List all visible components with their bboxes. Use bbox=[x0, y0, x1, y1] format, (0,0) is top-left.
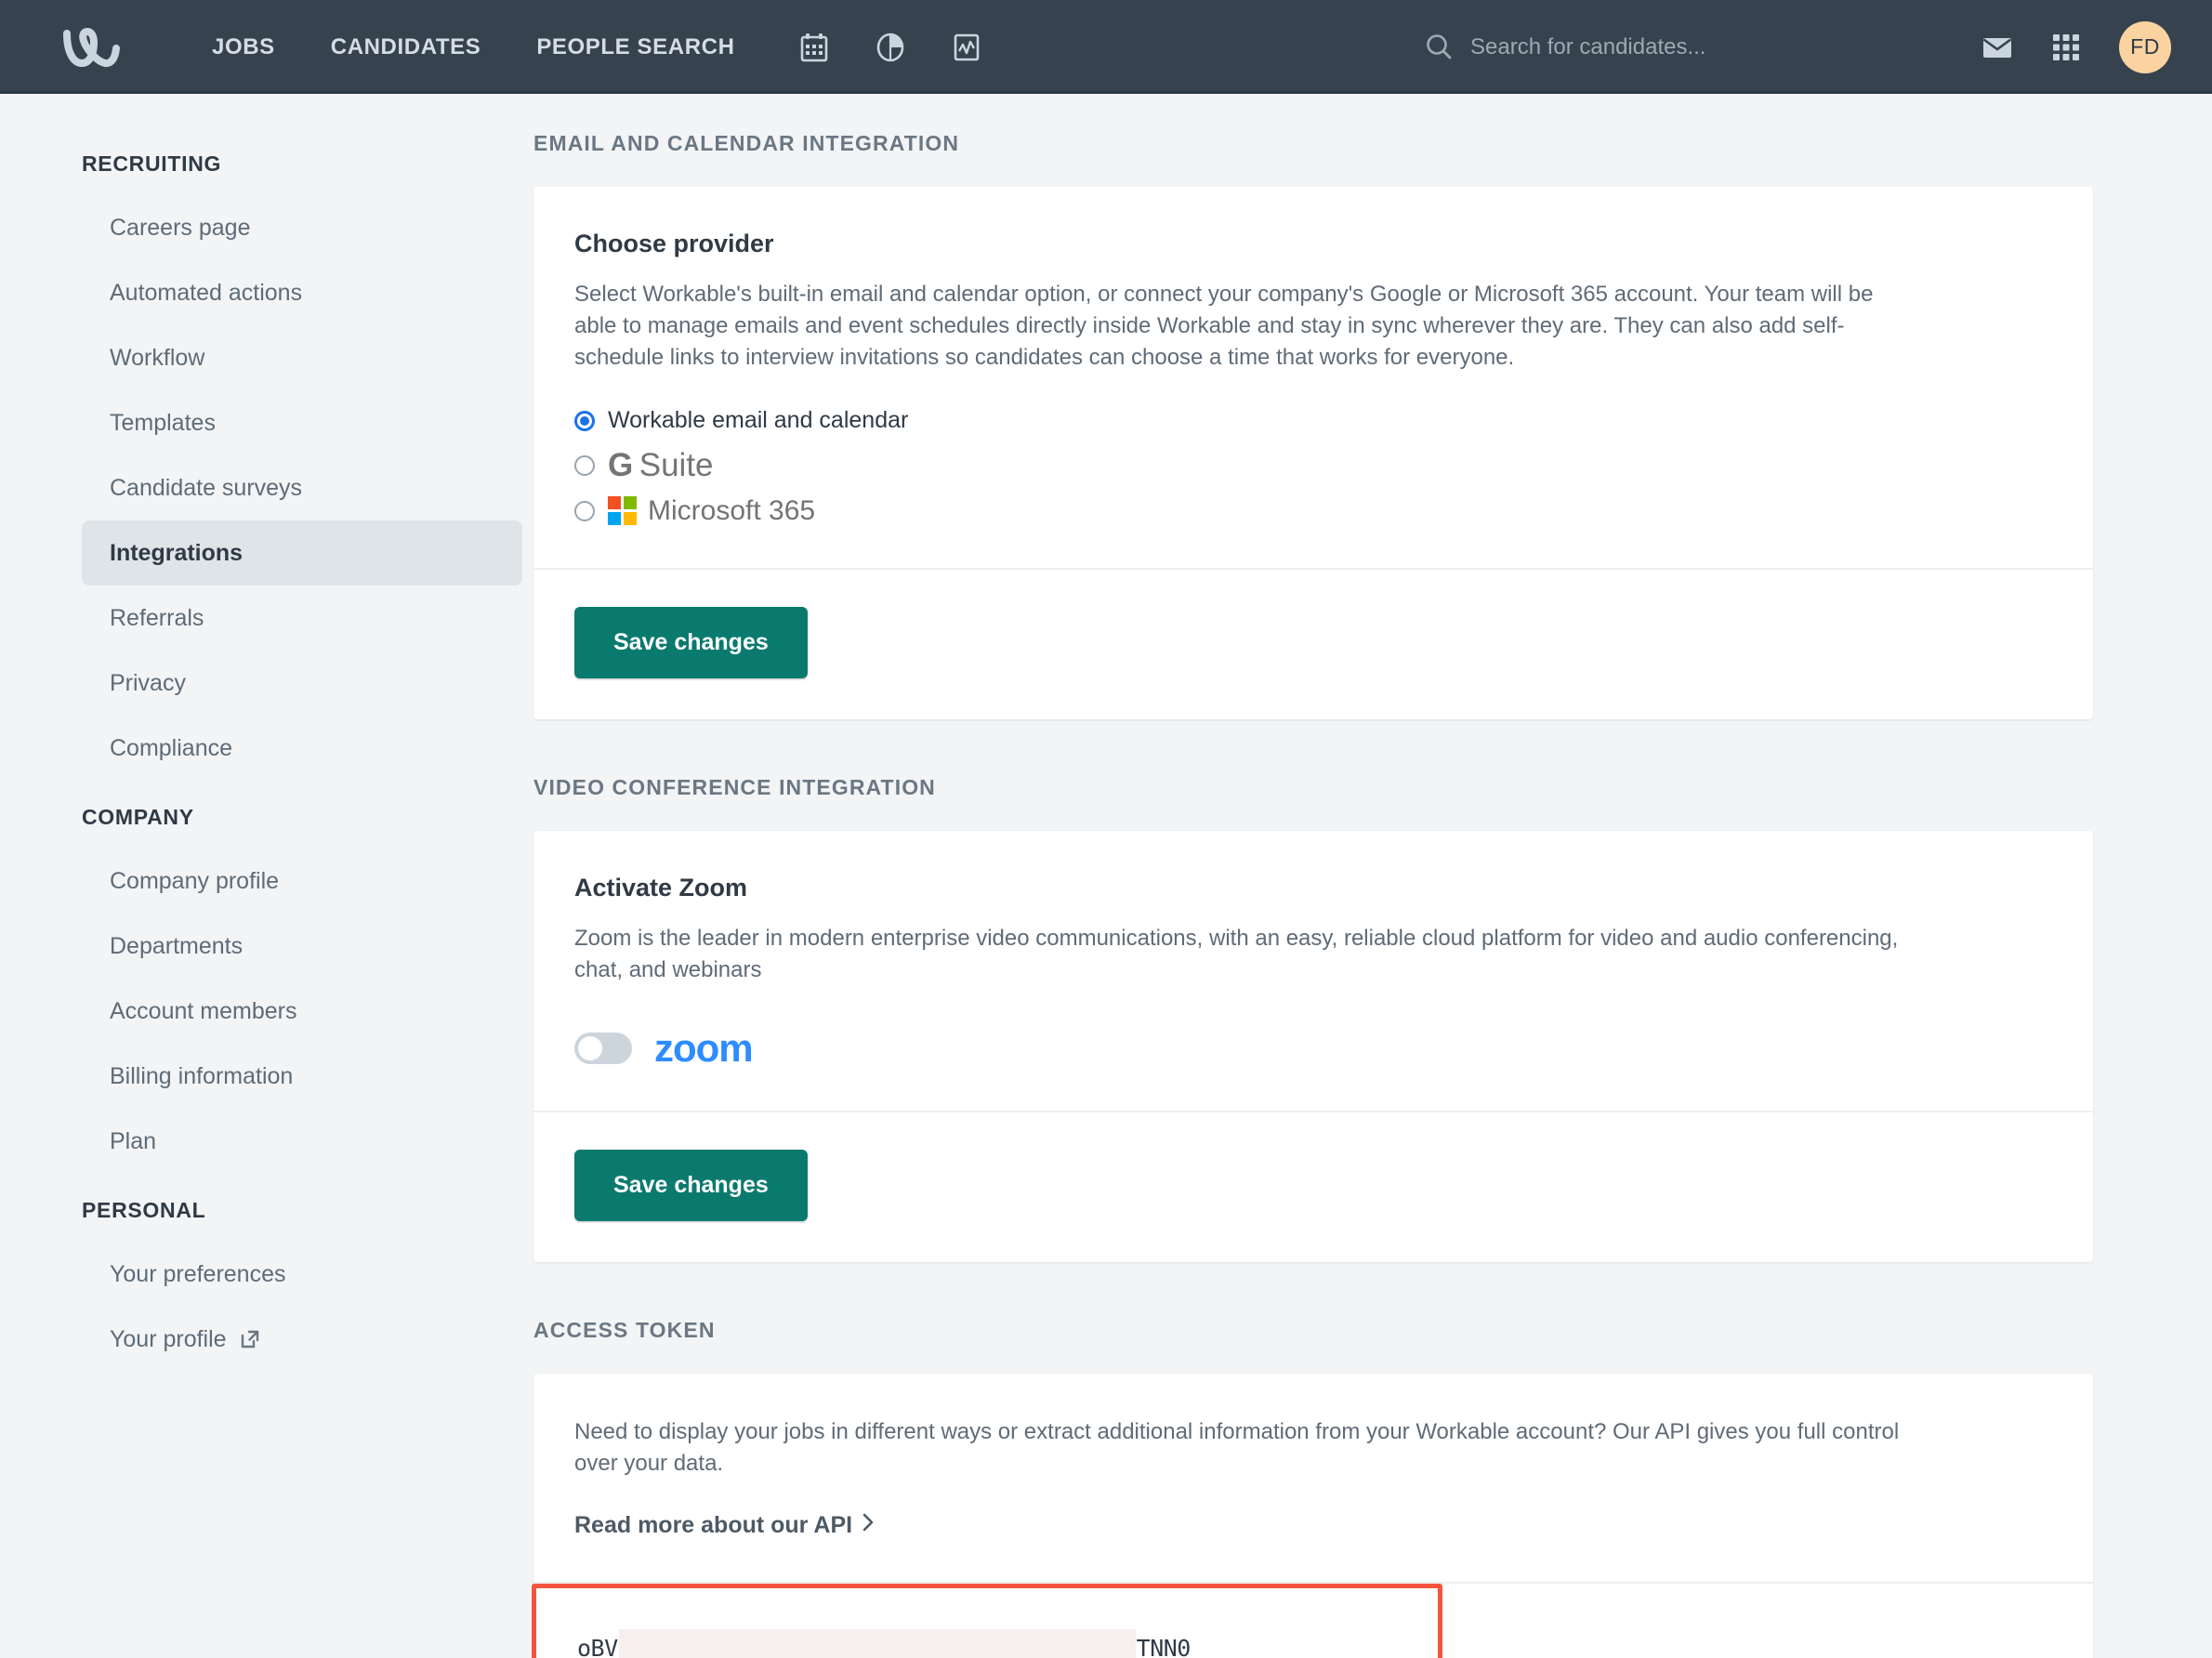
radio-button-gsuite[interactable] bbox=[574, 454, 595, 476]
sidebar-item-your-profile[interactable]: Your profile bbox=[82, 1307, 522, 1372]
external-link-icon bbox=[240, 1329, 260, 1349]
access-token-description: Need to display your jobs in different w… bbox=[574, 1419, 1900, 1477]
sidebar-item-candidate-surveys[interactable]: Candidate surveys bbox=[82, 455, 522, 520]
save-changes-button-email[interactable]: Save changes bbox=[574, 607, 808, 679]
pie-chart-icon[interactable] bbox=[875, 32, 906, 63]
workable-logo[interactable] bbox=[52, 21, 138, 73]
choose-provider-heading: Choose provider bbox=[574, 230, 774, 257]
microsoft-squares-icon bbox=[608, 496, 637, 526]
sidebar-item-integrations[interactable]: Integrations bbox=[82, 520, 522, 586]
read-more-api-link[interactable]: Read more about our API bbox=[574, 1512, 875, 1539]
search-input[interactable] bbox=[1470, 33, 1916, 60]
section-video-conference-integration: VIDEO CONFERENCE INTEGRATION Activate Zo… bbox=[533, 775, 2093, 1263]
access-token-suffix: TNN0 bbox=[1136, 1635, 1192, 1658]
section-access-token: ACCESS TOKEN Need to display your jobs i… bbox=[532, 1318, 2093, 1658]
main-nav-links: JOBS CANDIDATES PEOPLE SEARCH bbox=[184, 34, 763, 60]
sidebar-item-your-profile-label: Your profile bbox=[110, 1325, 227, 1352]
nav-icon-group bbox=[798, 32, 982, 63]
access-token-value-row[interactable]: oBV TNN0 bbox=[532, 1583, 1442, 1658]
sidebar-item-compliance[interactable]: Compliance bbox=[82, 716, 522, 781]
sidebar-item-automated-actions[interactable]: Automated actions bbox=[82, 260, 522, 325]
sidebar-item-billing-information[interactable]: Billing information bbox=[82, 1044, 522, 1109]
avatar[interactable]: FD bbox=[2119, 20, 2171, 73]
zoom-toggle[interactable] bbox=[574, 1033, 632, 1065]
activate-zoom-heading: Activate Zoom bbox=[574, 874, 748, 902]
access-token-card: Need to display your jobs in different w… bbox=[532, 1374, 2093, 1658]
choose-provider-description: Select Workable's built-in email and cal… bbox=[574, 282, 1874, 371]
read-more-api-label: Read more about our API bbox=[574, 1511, 853, 1538]
radio-label-microsoft365: Microsoft 365 bbox=[648, 494, 816, 526]
access-token-prefix: oBV bbox=[577, 1635, 618, 1658]
settings-main-content: EMAIL AND CALENDAR INTEGRATION Choose pr… bbox=[520, 131, 2212, 1658]
zoom-toggle-knob bbox=[578, 1036, 602, 1061]
sidebar-item-account-members[interactable]: Account members bbox=[82, 979, 522, 1044]
access-token-redacted-region bbox=[618, 1628, 1136, 1658]
gsuite-logo: G Suite bbox=[608, 449, 714, 481]
zoom-toggle-row: zoom bbox=[574, 1029, 2052, 1068]
nav-link-people-search[interactable]: PEOPLE SEARCH bbox=[508, 34, 762, 60]
mail-icon[interactable] bbox=[1982, 32, 2013, 63]
section-title-video-conference: VIDEO CONFERENCE INTEGRATION bbox=[533, 775, 936, 800]
search-icon bbox=[1424, 33, 1454, 62]
sidebar-item-careers-page[interactable]: Careers page bbox=[82, 195, 522, 260]
section-title-email-calendar: EMAIL AND CALENDAR INTEGRATION bbox=[533, 131, 960, 155]
zoom-logo: zoom bbox=[654, 1026, 754, 1071]
google-g-icon: G bbox=[608, 447, 633, 484]
sidebar-group-title-company: COMPANY bbox=[82, 805, 194, 829]
section-title-access-token: ACCESS TOKEN bbox=[533, 1318, 716, 1343]
top-navigation-bar: JOBS CANDIDATES PEOPLE SEARCH Search for… bbox=[0, 0, 2212, 94]
email-calendar-card: Choose provider Select Workable's built-… bbox=[533, 187, 2093, 720]
provider-radio-group: Workable email and calendar G Suite Micr… bbox=[574, 407, 2052, 526]
sidebar-group-title-recruiting: RECRUITING bbox=[82, 151, 222, 176]
radio-option-microsoft365[interactable]: Microsoft 365 bbox=[574, 494, 2052, 526]
radio-button-microsoft365[interactable] bbox=[574, 500, 595, 521]
save-changes-button-zoom[interactable]: Save changes bbox=[574, 1150, 808, 1222]
sidebar-item-departments[interactable]: Departments bbox=[82, 914, 522, 979]
sidebar-item-privacy[interactable]: Privacy bbox=[82, 651, 522, 716]
radio-button-workable[interactable] bbox=[574, 410, 595, 431]
sidebar-item-plan[interactable]: Plan bbox=[82, 1109, 522, 1174]
section-email-calendar-integration: EMAIL AND CALENDAR INTEGRATION Choose pr… bbox=[533, 131, 2093, 720]
nav-link-candidates[interactable]: CANDIDATES bbox=[303, 34, 509, 60]
sidebar-group-title-personal: PERSONAL bbox=[82, 1198, 206, 1222]
microsoft-logo: Microsoft 365 bbox=[608, 494, 816, 526]
analytics-icon[interactable] bbox=[951, 32, 982, 63]
access-token-value: oBV TNN0 bbox=[577, 1628, 1192, 1658]
apps-grid-icon[interactable] bbox=[2050, 32, 2082, 63]
nav-link-jobs[interactable]: JOBS bbox=[184, 34, 303, 60]
sidebar-item-workflow[interactable]: Workflow bbox=[82, 325, 522, 390]
radio-option-gsuite[interactable]: G Suite bbox=[574, 449, 2052, 481]
radio-label-workable: Workable email and calendar bbox=[608, 407, 909, 434]
calendar-icon[interactable] bbox=[798, 32, 830, 63]
sidebar-item-your-preferences[interactable]: Your preferences bbox=[82, 1242, 522, 1307]
chevron-right-icon bbox=[862, 1512, 875, 1539]
activate-zoom-description: Zoom is the leader in modern enterprise … bbox=[574, 926, 1899, 983]
sidebar-item-templates[interactable]: Templates bbox=[82, 390, 522, 455]
settings-sidebar: RECRUITING Careers page Automated action… bbox=[0, 131, 522, 1658]
sidebar-item-referrals[interactable]: Referrals bbox=[82, 586, 522, 651]
radio-option-workable[interactable]: Workable email and calendar bbox=[574, 407, 2052, 434]
search-bar[interactable] bbox=[1424, 33, 1944, 62]
video-conference-card: Activate Zoom Zoom is the leader in mode… bbox=[533, 831, 2093, 1263]
sidebar-item-company-profile[interactable]: Company profile bbox=[82, 849, 522, 914]
radio-label-gsuite: Suite bbox=[639, 447, 714, 484]
header-right-icons: FD bbox=[1982, 20, 2171, 73]
